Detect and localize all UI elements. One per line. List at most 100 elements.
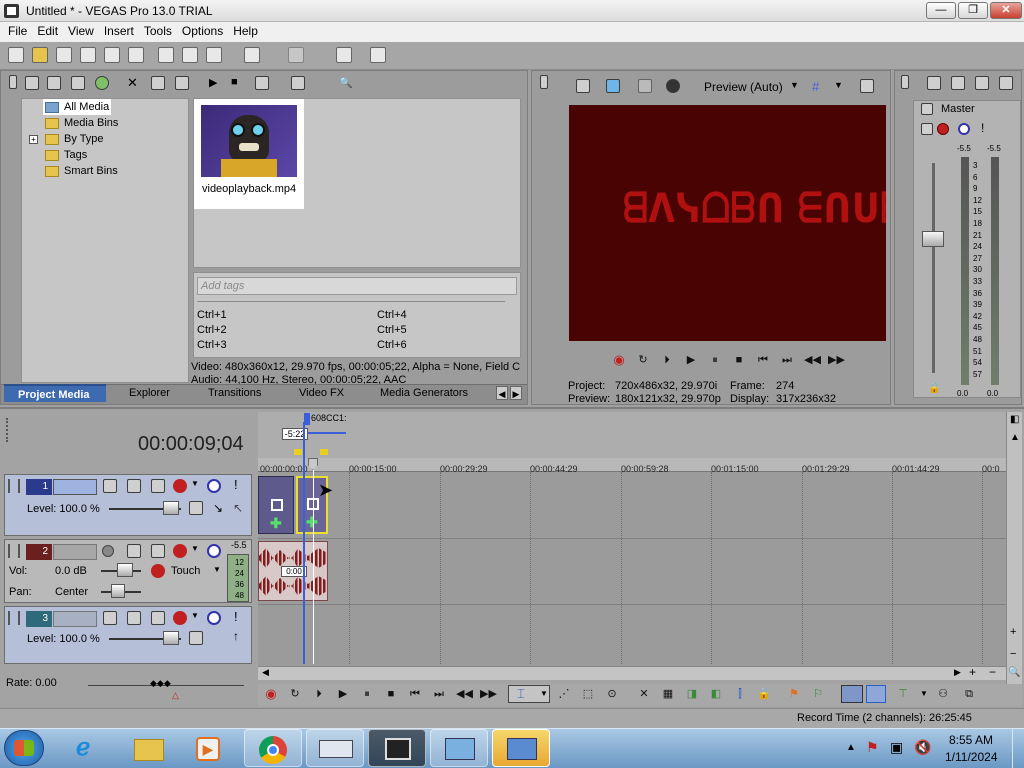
previous-frame-icon[interactable]: ◀◀ (804, 353, 821, 367)
tree-smart-bins[interactable]: Smart Bins (45, 163, 118, 179)
go-to-end-icon[interactable]: ⏭ (780, 353, 794, 367)
redo-icon[interactable] (288, 47, 304, 63)
track-insert-icon[interactable] (151, 544, 165, 558)
refresh-icon[interactable] (95, 76, 109, 90)
chevron-down-icon[interactable]: ▼ (540, 689, 548, 698)
timeline-cursor[interactable] (303, 422, 305, 664)
maximize-button[interactable]: ❐ (958, 2, 988, 19)
network-taskbar-button[interactable] (492, 729, 550, 767)
timecode-display[interactable]: 00:00:09;04 (138, 433, 244, 456)
mixer-properties-icon[interactable] (927, 76, 941, 90)
track-mute-icon[interactable] (207, 479, 221, 493)
next-frame-icon[interactable]: ▶▶ (828, 353, 845, 367)
menu-tools[interactable]: Tools (139, 22, 177, 40)
show-hidden-icons-icon[interactable]: ▲ (846, 742, 856, 753)
insert-marker-icon[interactable]: ⚑ (787, 687, 801, 701)
play-icon[interactable]: ▶ (336, 687, 350, 701)
media-item[interactable]: videoplayback.mp4 (194, 99, 304, 209)
menu-edit[interactable]: Edit (32, 22, 63, 40)
auto-ripple-icon[interactable] (841, 685, 863, 703)
network-status-icon[interactable]: ▣ (890, 739, 903, 756)
track-minimize-icon[interactable] (8, 544, 20, 558)
get-media-web-icon[interactable] (71, 76, 85, 90)
play-media-icon[interactable]: ▶ (209, 76, 223, 90)
timeline-options-icon[interactable]: ◧ (1010, 414, 1019, 425)
split-screen-icon[interactable] (666, 79, 680, 93)
chevron-down-icon[interactable]: ▼ (834, 80, 843, 90)
envelope-tool-icon[interactable]: ⋰ (557, 687, 571, 701)
go-to-end-icon[interactable]: ⏭ (432, 687, 446, 701)
track-number[interactable]: 1 (26, 479, 52, 495)
loop-region-bar[interactable] (308, 432, 346, 434)
track-solo-icon[interactable]: ǃ (234, 477, 238, 492)
search-media-icon[interactable]: 🔍 (339, 76, 353, 90)
track-motion-icon[interactable] (103, 479, 117, 493)
master-fx-gear-icon[interactable] (937, 123, 949, 135)
clock-date[interactable]: 1/11/2024 (945, 750, 998, 764)
zoom-out-time-icon[interactable]: − (989, 665, 996, 679)
zoom-in-vertical-icon[interactable]: + (1010, 626, 1016, 638)
tree-media-bins[interactable]: Media Bins (45, 115, 118, 131)
external-monitor-icon[interactable] (606, 79, 620, 93)
action-center-icon[interactable]: ⚑ (866, 739, 879, 756)
downmix-icon[interactable] (951, 76, 965, 90)
master-insert-icon[interactable] (921, 123, 933, 135)
properties-icon[interactable] (128, 47, 144, 63)
track-minimize-icon[interactable] (8, 611, 20, 625)
chevron-down-icon[interactable]: ▼ (790, 80, 799, 90)
track-motion-icon[interactable] (103, 611, 117, 625)
selection-tool-icon[interactable]: ⬚ (581, 687, 595, 701)
add-tags-input[interactable]: Add tags (197, 277, 517, 295)
chevron-down-icon[interactable]: ▼ (920, 689, 928, 698)
tag-shortcut-2[interactable]: Ctrl+2 (197, 324, 227, 336)
rate-reset-icon[interactable]: △ (172, 690, 179, 701)
ignore-event-grouping-icon[interactable]: ⧉ (962, 687, 976, 701)
trim-start-icon[interactable]: ◨ (685, 687, 699, 701)
pause-icon[interactable]: ⏸ (360, 687, 374, 701)
panel-grip-icon[interactable] (901, 75, 909, 89)
undo-icon[interactable] (244, 47, 260, 63)
scroll-left-icon[interactable]: ◀ (262, 667, 269, 678)
master-solo-icon[interactable]: ǃ (981, 121, 984, 135)
master-mute-icon[interactable] (958, 123, 970, 135)
go-to-start-icon[interactable]: ⏮ (756, 353, 770, 367)
pause-icon[interactable]: ⏸ (708, 353, 722, 367)
vegas-app-icon[interactable] (4, 4, 19, 18)
menu-options[interactable]: Options (177, 22, 228, 40)
make-compositing-parent-icon[interactable]: ↑ (233, 629, 239, 643)
menu-insert[interactable]: Insert (99, 22, 139, 40)
tree-tags[interactable]: Tags (45, 147, 87, 163)
mixer-view-icon[interactable] (999, 76, 1013, 90)
tab-scroll-right-icon[interactable]: ▶ (510, 386, 522, 400)
play-from-start-icon[interactable]: ⏵ (312, 687, 326, 701)
zoom-in-time-icon[interactable]: + (969, 665, 976, 679)
master-volume-fader[interactable] (922, 231, 944, 247)
panel-grip-icon[interactable] (540, 75, 548, 89)
track-fx-icon[interactable] (127, 479, 141, 493)
event-fx-icon[interactable]: ✚ (270, 516, 284, 530)
capture-video-icon[interactable] (47, 76, 61, 90)
split-icon[interactable]: ⫿ (733, 687, 747, 701)
video-track-3-header[interactable]: 3 ▼ ǃ Level: 100.0 % ↑ (4, 606, 252, 664)
show-desktop-button[interactable] (1012, 728, 1024, 768)
track-volume-handle[interactable] (117, 563, 133, 577)
track-minimize-icon[interactable] (8, 479, 20, 493)
menu-help[interactable]: Help (228, 22, 263, 40)
track-parent-icon[interactable] (189, 501, 203, 515)
video-fx-icon[interactable] (638, 79, 652, 93)
make-compositing-child-icon[interactable]: ↘ (213, 501, 223, 515)
scroll-right-icon[interactable]: ▶ (954, 667, 961, 678)
rate-handle-icon[interactable]: ◆◆◆ (150, 678, 171, 689)
master-lock-icon[interactable]: 🔒 (928, 383, 940, 394)
track-number[interactable]: 3 (26, 611, 52, 627)
track-fx-icon[interactable] (127, 611, 141, 625)
track-fx-icon[interactable] (127, 544, 141, 558)
internet-explorer-taskbar-button[interactable]: ℯ (60, 729, 118, 767)
chevron-down-icon[interactable]: ▼ (191, 544, 199, 553)
preview-quality-dropdown[interactable]: Preview (Auto) (704, 80, 783, 94)
copy-snapshot-icon[interactable] (860, 79, 874, 93)
track-level-handle[interactable] (163, 631, 179, 645)
stop-icon[interactable]: ■ (384, 687, 398, 701)
cut-icon[interactable] (158, 47, 174, 63)
remove-media-icon[interactable]: ✕ (127, 76, 141, 90)
